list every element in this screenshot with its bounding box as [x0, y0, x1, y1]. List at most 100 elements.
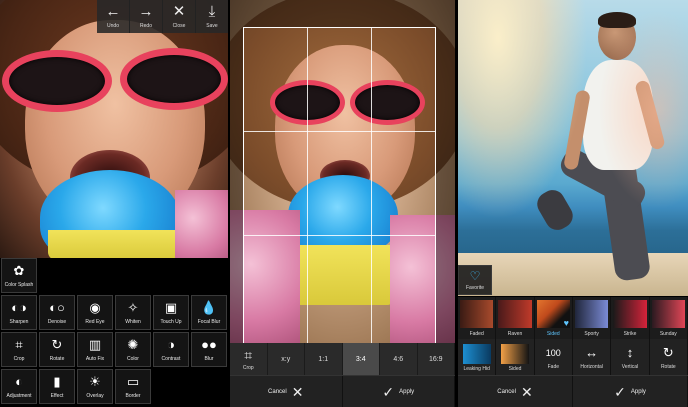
- effect-label: Sided: [546, 331, 560, 337]
- aspect-ratio-bar: ⌗ Crop x:y 1:1 3:4 4:6 16:9: [230, 343, 455, 375]
- effects-strip: Faded Raven ♥ Sided Sporty Strike Sunday: [458, 297, 688, 339]
- vertical-arrows-icon: ↕: [626, 344, 634, 360]
- option-label: Horizontal: [580, 363, 603, 370]
- effect-thumb-sided[interactable]: ♥ Sided: [535, 297, 573, 339]
- close-icon: ✕: [520, 383, 533, 400]
- effect-thumb-sunday[interactable]: Sunday: [650, 297, 688, 339]
- cancel-label: Cancel: [268, 388, 287, 395]
- effect-thumb-raven[interactable]: Raven: [496, 297, 535, 339]
- crop-grid-line: [307, 27, 308, 343]
- tool-label: Blur: [204, 355, 214, 362]
- tool-label: Border: [125, 392, 141, 399]
- top-toolbar: ← Undo → Redo ✕ Close ⤓ Save: [97, 0, 228, 33]
- tool-denoise[interactable]: ◐○ Denoise: [39, 295, 75, 330]
- fade-value: 100: [545, 347, 561, 358]
- rotate-icon: ↻: [662, 344, 674, 360]
- effect-thumb-faded[interactable]: Faded: [458, 297, 497, 339]
- tool-label: Color: [127, 355, 139, 362]
- editor-tools-panel: ← Undo → Redo ✕ Close ⤓ Save ✿ Color Spl…: [0, 0, 228, 407]
- border-frame-icon: ▭: [126, 373, 140, 389]
- cancel-label: Cancel: [497, 388, 516, 395]
- ratio-16-9[interactable]: 16:9: [418, 343, 455, 375]
- effect-label: Strike: [623, 331, 637, 337]
- ratio-label: 3:4: [355, 355, 366, 363]
- crop-icon: ⌗: [244, 346, 253, 363]
- effect-label: Faded: [469, 331, 484, 337]
- tool-adjustment[interactable]: ◐ Adjustment: [1, 369, 37, 404]
- photo-man-beach: [458, 0, 688, 296]
- favorite-label: Favorite: [465, 284, 485, 291]
- redo-button[interactable]: → Redo: [130, 0, 163, 33]
- apply-button[interactable]: ✓ Apply: [573, 376, 688, 407]
- crop-grid-line: [243, 131, 436, 132]
- tool-blur[interactable]: ●● Blur: [191, 332, 227, 367]
- option-vertical[interactable]: ↕ Vertical: [611, 339, 650, 376]
- denoise-icon: ◐○: [49, 299, 65, 315]
- ratio-crop[interactable]: ⌗ Crop: [230, 343, 268, 375]
- save-button[interactable]: ⤓ Save: [196, 0, 228, 33]
- tool-focal-blur[interactable]: 💧 Focal Blur: [191, 295, 227, 330]
- undo-label: Undo: [107, 23, 119, 29]
- option-horizontal[interactable]: ↔ Horizontal: [573, 339, 612, 376]
- tool-overlay[interactable]: ☀ Overlay: [77, 369, 113, 404]
- tool-touch-up[interactable]: ▣ Touch Up: [153, 295, 189, 330]
- favorite-button[interactable]: ♡ Favorite: [458, 265, 492, 295]
- tool-crop[interactable]: ⌗ Crop: [1, 332, 37, 367]
- tool-red-eye[interactable]: ◉ Red Eye: [77, 295, 113, 330]
- tool-color-splash[interactable]: ✿ Color Splash: [1, 258, 37, 293]
- effect-action-bar: Cancel ✕ ✓ Apply: [458, 375, 688, 407]
- tool-contrast[interactable]: ◑ Contrast: [153, 332, 189, 367]
- close-icon: ✕: [291, 383, 304, 400]
- option-label: Leaking Hid: [463, 365, 490, 372]
- tool-grid: ✿ Color Splash ◐◑ Sharpen ◐○ Denoise ◉ R…: [0, 258, 228, 407]
- tool-color[interactable]: ✺ Color: [115, 332, 151, 367]
- tool-label: Auto Fix: [85, 355, 105, 362]
- close-button[interactable]: ✕ Close: [163, 0, 196, 33]
- tool-label: Sharpen: [9, 318, 29, 325]
- crop-frame[interactable]: [243, 27, 436, 343]
- histogram-icon: ▥: [88, 336, 102, 352]
- tool-rotate[interactable]: ↻ Rotate: [39, 332, 75, 367]
- option-sided[interactable]: Sided: [496, 339, 535, 376]
- tool-label: Overlay: [86, 392, 104, 399]
- close-icon: ✕: [172, 3, 186, 20]
- tool-effect[interactable]: ▮ Effect: [39, 369, 75, 404]
- option-rotate[interactable]: ↻ Rotate: [650, 339, 688, 376]
- photo-girl-cropping: [230, 0, 455, 343]
- adjustment-icon: ◐: [15, 373, 23, 389]
- tool-whiten[interactable]: ✧ Whiten: [115, 295, 151, 330]
- tool-label: Color Splash: [4, 281, 34, 288]
- option-leaking-hid[interactable]: Leaking Hid: [458, 339, 497, 376]
- ratio-x-y[interactable]: x:y: [268, 343, 305, 375]
- photo-girl-ice-cream: [0, 0, 228, 258]
- rotate-icon: ↻: [51, 336, 63, 352]
- lightbulb-icon: ☀: [89, 373, 101, 389]
- tool-border[interactable]: ▭ Border: [115, 369, 151, 404]
- ratio-1-1[interactable]: 1:1: [305, 343, 343, 375]
- cancel-button[interactable]: Cancel ✕: [230, 376, 343, 407]
- effect-icon: ▮: [53, 373, 61, 389]
- tool-label: Contrast: [161, 355, 181, 362]
- effect-thumb-strike[interactable]: Strike: [611, 297, 650, 339]
- effect-thumb-sporty[interactable]: Sporty: [573, 297, 612, 339]
- apply-button[interactable]: ✓ Apply: [343, 376, 455, 407]
- checkmark-icon: ✓: [614, 383, 626, 400]
- selected-heart-icon: ♥: [563, 318, 569, 328]
- option-fade[interactable]: 100 Fade: [535, 339, 573, 376]
- option-label: Rotate: [660, 363, 676, 370]
- undo-button[interactable]: ← Undo: [97, 0, 130, 33]
- tool-auto-fix[interactable]: ▥ Auto Fix: [77, 332, 113, 367]
- crop-action-bar: Cancel ✕ ✓ Apply: [230, 375, 455, 407]
- ratio-3-4[interactable]: 3:4: [342, 343, 380, 375]
- ratio-4-6[interactable]: 4:6: [380, 343, 418, 375]
- tool-sharpen[interactable]: ◐◑ Sharpen: [1, 295, 37, 330]
- close-label: Close: [172, 23, 186, 29]
- tool-label: Touch Up: [160, 318, 182, 325]
- apply-label: Apply: [399, 388, 415, 395]
- option-label: Vertical: [621, 363, 639, 370]
- cancel-button[interactable]: Cancel ✕: [458, 376, 573, 407]
- ratio-label: x:y: [281, 355, 291, 363]
- redo-label: Redo: [140, 23, 152, 29]
- blur-icon: ●●: [201, 336, 217, 352]
- contrast-icon: ◑: [167, 336, 175, 352]
